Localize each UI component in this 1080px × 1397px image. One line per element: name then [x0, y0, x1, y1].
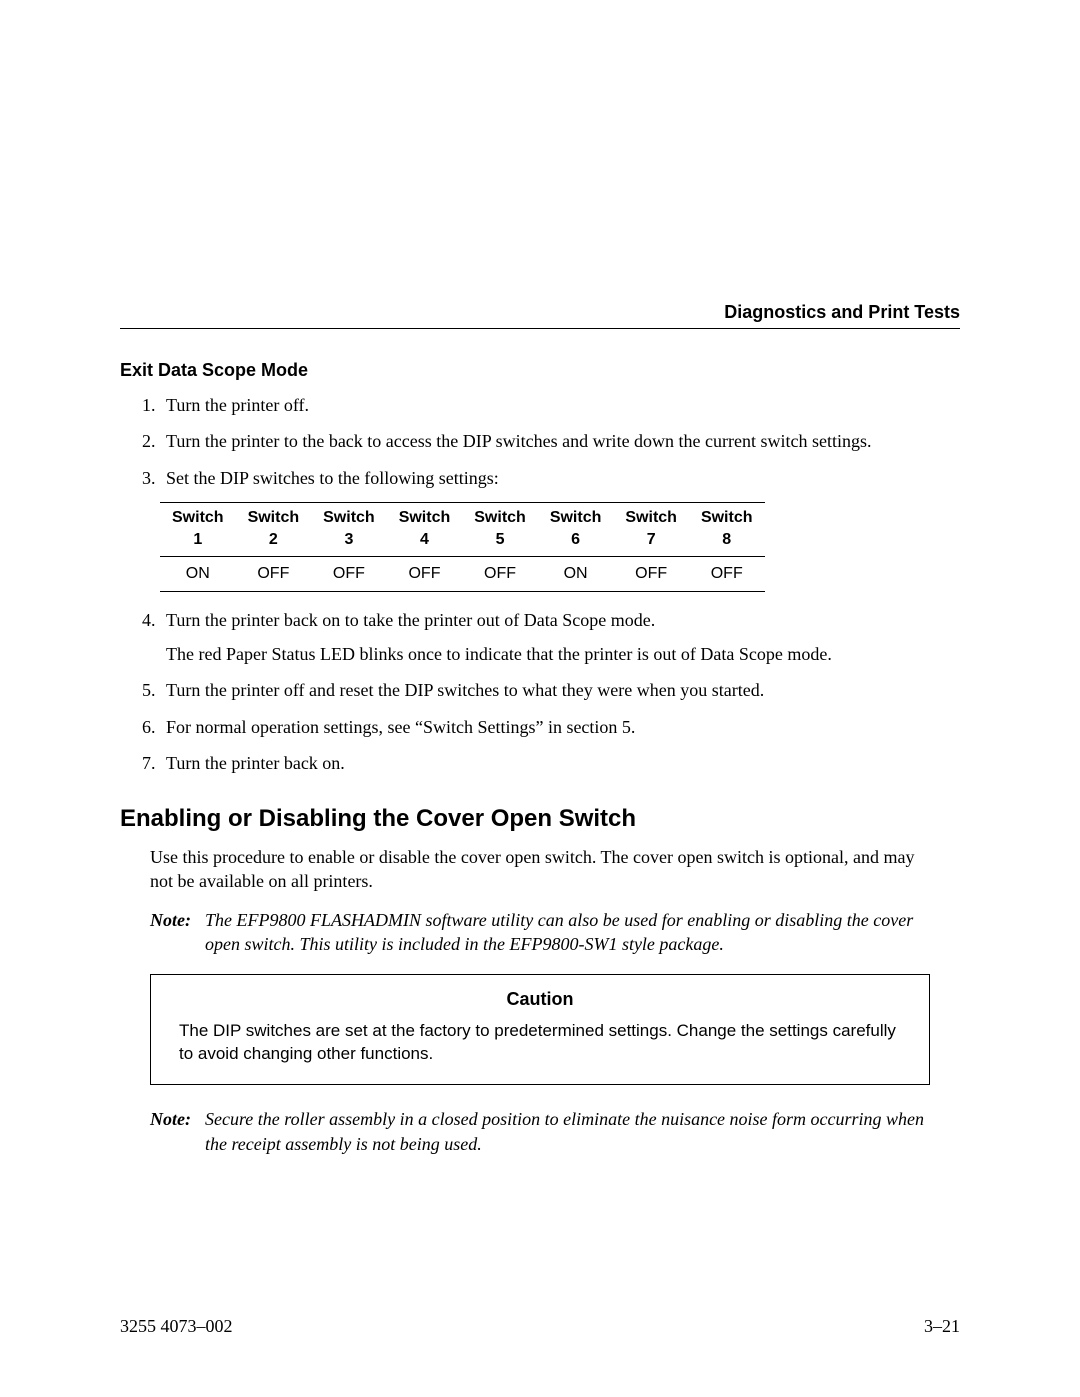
step-4-follow: The red Paper Status LED blinks once to … — [166, 642, 960, 666]
step-4-text: Turn the printer back on to take the pri… — [166, 610, 655, 630]
step-2: Turn the printer to the back to access t… — [160, 429, 960, 453]
exit-data-scope-heading: Exit Data Scope Mode — [120, 360, 960, 381]
col-head-3-num: 3 — [311, 529, 387, 556]
exit-steps-list: Turn the printer off. Turn the printer t… — [160, 393, 960, 490]
col-head-7-word: Switch — [613, 502, 689, 529]
col-head-8-word: Switch — [689, 502, 765, 529]
caution-box: Caution The DIP switches are set at the … — [150, 974, 930, 1085]
col-head-5-word: Switch — [462, 502, 538, 529]
step-7: Turn the printer back on. — [160, 751, 960, 775]
col-head-3-word: Switch — [311, 502, 387, 529]
cell-6: ON — [538, 556, 614, 591]
exit-steps-list-cont: Turn the printer back on to take the pri… — [160, 608, 960, 775]
cell-2: OFF — [236, 556, 312, 591]
footer-page-number: 3–21 — [924, 1316, 960, 1337]
col-head-5-num: 5 — [462, 529, 538, 556]
note-text-2: Secure the roller assembly in a closed p… — [205, 1107, 930, 1156]
cell-7: OFF — [613, 556, 689, 591]
cell-3: OFF — [311, 556, 387, 591]
running-header: Diagnostics and Print Tests — [724, 302, 960, 323]
col-head-6-num: 6 — [538, 529, 614, 556]
note-label: Note: — [150, 908, 191, 957]
step-1: Turn the printer off. — [160, 393, 960, 417]
step-6: For normal operation settings, see “Swit… — [160, 715, 960, 739]
cell-5: OFF — [462, 556, 538, 591]
header-rule — [120, 328, 960, 329]
col-head-4-num: 4 — [387, 529, 463, 556]
note-flashadmin: Note: The EFP9800 FLASHADMIN software ut… — [150, 908, 930, 957]
col-head-1-num: 1 — [160, 529, 236, 556]
col-head-7-num: 7 — [613, 529, 689, 556]
step-4: Turn the printer back on to take the pri… — [160, 608, 960, 667]
col-head-1-word: Switch — [160, 502, 236, 529]
col-head-2-word: Switch — [236, 502, 312, 529]
col-head-6-word: Switch — [538, 502, 614, 529]
footer-doc-number: 3255 4073–002 — [120, 1316, 233, 1337]
cell-1: ON — [160, 556, 236, 591]
caution-body: The DIP switches are set at the factory … — [179, 1020, 901, 1066]
col-head-8-num: 8 — [689, 529, 765, 556]
dip-switch-table: Switch Switch Switch Switch Switch Switc… — [160, 502, 765, 592]
note-roller: Note: Secure the roller assembly in a cl… — [150, 1107, 930, 1156]
cell-4: OFF — [387, 556, 463, 591]
note-label-2: Note: — [150, 1107, 191, 1156]
page-footer: 3255 4073–002 3–21 — [120, 1316, 960, 1337]
step-3: Set the DIP switches to the following se… — [160, 466, 960, 490]
content-area: Exit Data Scope Mode Turn the printer of… — [120, 360, 960, 1156]
col-head-2-num: 2 — [236, 529, 312, 556]
cover-open-intro: Use this procedure to enable or disable … — [150, 845, 930, 894]
col-head-4-word: Switch — [387, 502, 463, 529]
cell-8: OFF — [689, 556, 765, 591]
cover-open-switch-heading: Enabling or Disabling the Cover Open Swi… — [120, 805, 960, 833]
page: Diagnostics and Print Tests Exit Data Sc… — [0, 0, 1080, 1397]
step-5: Turn the printer off and reset the DIP s… — [160, 678, 960, 702]
caution-title: Caution — [179, 989, 901, 1010]
note-text: The EFP9800 FLASHADMIN software utility … — [205, 908, 930, 957]
